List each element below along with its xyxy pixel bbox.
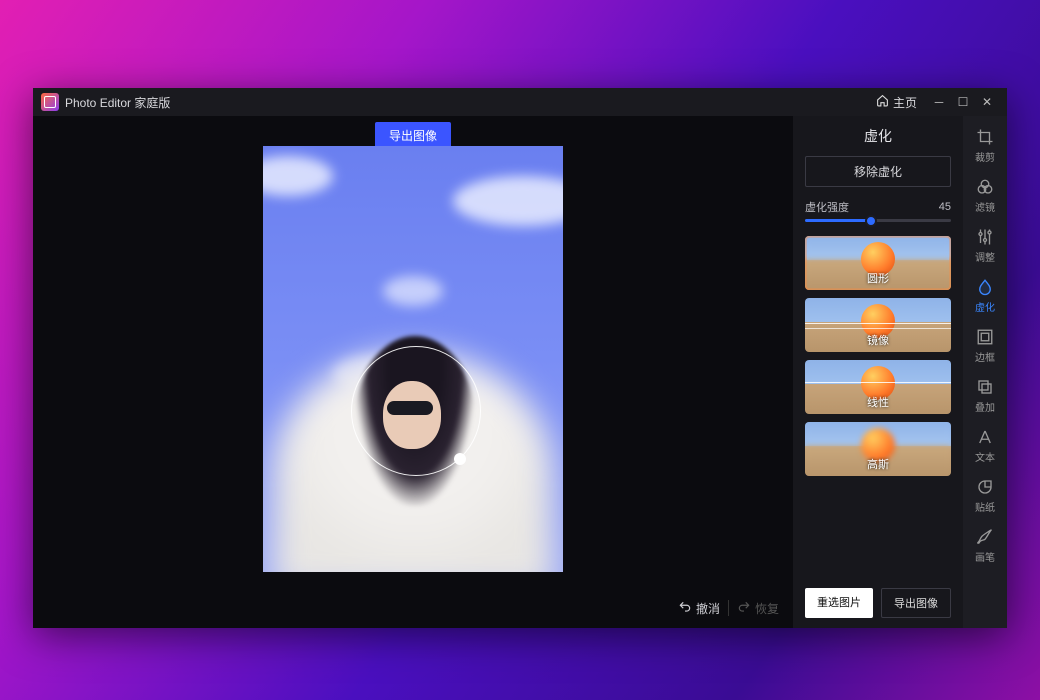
strength-value: 45 [939,201,951,213]
canvas-stage[interactable] [33,116,793,588]
reselect-button[interactable]: 重选图片 [805,588,873,618]
canvas-area: 导出图像 撤消 [33,116,793,628]
preset-label: 高斯 [805,456,951,472]
strength-slider-thumb[interactable] [865,215,877,227]
tool-blur[interactable]: 虚化 [963,278,1007,314]
tool-label: 贴纸 [975,499,995,514]
home-button[interactable]: 主页 [876,94,917,111]
tool-label: 画笔 [975,549,995,564]
photo[interactable] [263,146,563,572]
maximize-button[interactable]: ☐ [951,92,975,112]
preset-label: 线性 [805,394,951,410]
preset-label: 镜像 [805,332,951,348]
tool-crop[interactable]: 裁剪 [963,128,1007,164]
export-top-button[interactable]: 导出图像 [375,122,451,149]
export-button[interactable]: 导出图像 [881,588,951,618]
app-window: Photo Editor 家庭版 主页 ─ ☐ ✕ 导出图像 [33,88,1007,628]
strength-slider[interactable] [805,219,951,222]
tool-adjust[interactable]: 调整 [963,228,1007,264]
titlebar: Photo Editor 家庭版 主页 ─ ☐ ✕ [33,88,1007,116]
blur-focus-ring[interactable] [351,346,481,476]
tool-label: 调整 [975,249,995,264]
redo-label: 恢复 [755,600,779,617]
tool-rail: 裁剪 滤镜 调整 虚化 边框 叠加 [963,116,1007,628]
tool-filter[interactable]: 滤镜 [963,178,1007,214]
preset-circle[interactable]: 圆形 [805,236,951,290]
tool-frame[interactable]: 边框 [963,328,1007,364]
undo-icon [678,600,692,617]
options-panel: 虚化 移除虚化 虚化强度 45 圆形 [793,116,963,628]
canvas-footer: 撤消 恢复 [33,588,793,628]
preset-label: 圆形 [805,270,951,286]
strength-label: 虚化强度 [805,199,849,215]
tool-overlay[interactable]: 叠加 [963,378,1007,414]
blur-focus-handle[interactable] [454,453,466,465]
close-button[interactable]: ✕ [975,92,999,112]
tool-label: 裁剪 [975,149,995,164]
undo-label: 撤消 [696,600,720,617]
preset-list: 圆形 镜像 线性 高斯 [805,236,951,578]
tool-brush[interactable]: 画笔 [963,528,1007,564]
remove-blur-button[interactable]: 移除虚化 [805,156,951,187]
home-icon [876,94,889,110]
tool-sticker[interactable]: 贴纸 [963,478,1007,514]
tool-label: 文本 [975,449,995,464]
app-icon [41,93,59,111]
redo-icon [737,600,751,617]
tool-label: 边框 [975,349,995,364]
home-label: 主页 [893,94,917,111]
minimize-button[interactable]: ─ [927,92,951,112]
tool-label: 虚化 [975,299,995,314]
preset-mirror[interactable]: 镜像 [805,298,951,352]
panel-title: 虚化 [805,126,951,146]
redo-button[interactable]: 恢复 [737,600,779,617]
tool-label: 滤镜 [975,199,995,214]
preset-gaussian[interactable]: 高斯 [805,422,951,476]
app-title: Photo Editor 家庭版 [65,94,170,111]
tool-label: 叠加 [975,399,995,414]
tool-text[interactable]: 文本 [963,428,1007,464]
preset-linear[interactable]: 线性 [805,360,951,414]
undo-button[interactable]: 撤消 [678,600,720,617]
